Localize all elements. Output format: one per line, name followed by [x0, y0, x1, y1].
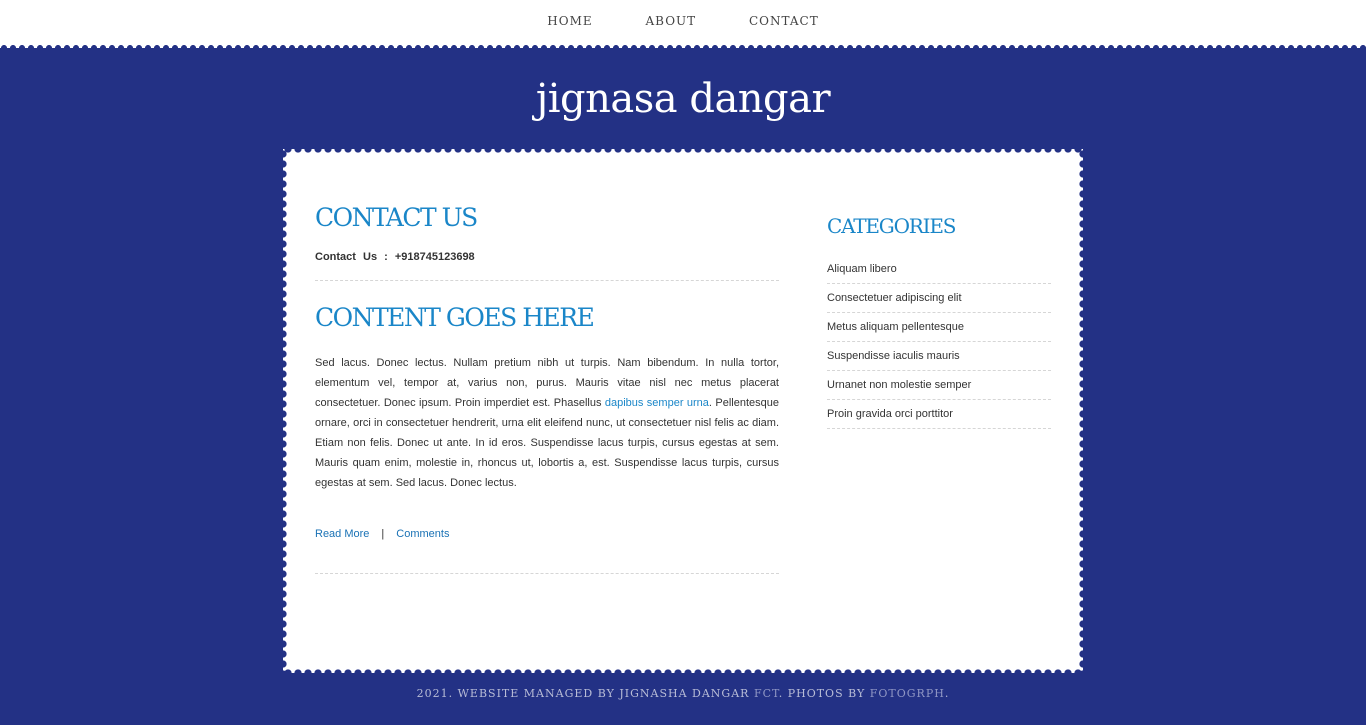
content-card: CONTACT US Contact Us : +918745123698 CO… — [283, 149, 1083, 673]
body-inline-link[interactable]: dapibus semper urna — [605, 397, 709, 409]
category-item[interactable]: Suspendisse iaculis mauris — [827, 342, 1051, 371]
body-text-part2: . Pellentesque ornare, orci in consectet… — [315, 397, 779, 489]
category-item[interactable]: Aliquam libero — [827, 255, 1051, 284]
categories-list: Aliquam libero Consectetuer adipiscing e… — [827, 255, 1051, 429]
stamp-edge-left — [283, 149, 288, 673]
sidebar: CATEGORIES Aliquam libero Consectetuer a… — [827, 209, 1051, 429]
comments-link[interactable]: Comments — [396, 528, 449, 540]
footer-fct-link[interactable]: FCT — [754, 687, 779, 700]
category-item[interactable]: Urnanet non molestie semper — [827, 371, 1051, 400]
site-title: jignasa dangar — [535, 76, 831, 122]
stamp-edge-top — [283, 149, 1083, 154]
nav-about-link[interactable]: ABOUT — [645, 14, 696, 28]
contact-phone-line: Contact Us : +918745123698 — [315, 251, 475, 263]
body-paragraph: Sed lacus. Donec lectus. Nullam pretium … — [315, 353, 779, 493]
main-nav: HOME ABOUT CONTACT — [0, 14, 1366, 28]
nav-scalloped-edge — [0, 43, 1366, 48]
read-more-link[interactable]: Read More — [315, 528, 369, 540]
post-links-separator: | — [381, 528, 385, 540]
nav-home-link[interactable]: HOME — [547, 14, 592, 28]
main-column: CONTACT US Contact Us : +918745123698 CO… — [315, 199, 779, 574]
post-links: Read More | Comments — [315, 528, 779, 540]
stamp-edge-right — [1078, 149, 1083, 673]
contact-heading: CONTACT US — [315, 203, 478, 232]
footer: 2021. WEBSITE MANAGED BY JIGNASHA DANGAR… — [0, 687, 1366, 700]
stamp-edge-bottom — [283, 668, 1083, 673]
category-item[interactable]: Consectetuer adipiscing elit — [827, 284, 1051, 313]
divider — [315, 573, 779, 574]
footer-text: . — [944, 687, 950, 700]
footer-text: 2021. WEBSITE MANAGED BY JIGNASHA DANGAR — [416, 687, 754, 700]
categories-heading: CATEGORIES — [827, 214, 956, 238]
divider — [315, 280, 779, 281]
content-heading: CONTENT GOES HERE — [315, 303, 595, 332]
footer-photos-link[interactable]: FOTOGRPH — [870, 687, 945, 700]
nav-contact-link[interactable]: CONTACT — [749, 14, 819, 28]
top-navigation-bar: HOME ABOUT CONTACT — [0, 0, 1366, 43]
category-item[interactable]: Metus aliquam pellentesque — [827, 313, 1051, 342]
footer-text: . PHOTOS BY — [778, 687, 870, 700]
category-item[interactable]: Proin gravida orci porttitor — [827, 400, 1051, 429]
